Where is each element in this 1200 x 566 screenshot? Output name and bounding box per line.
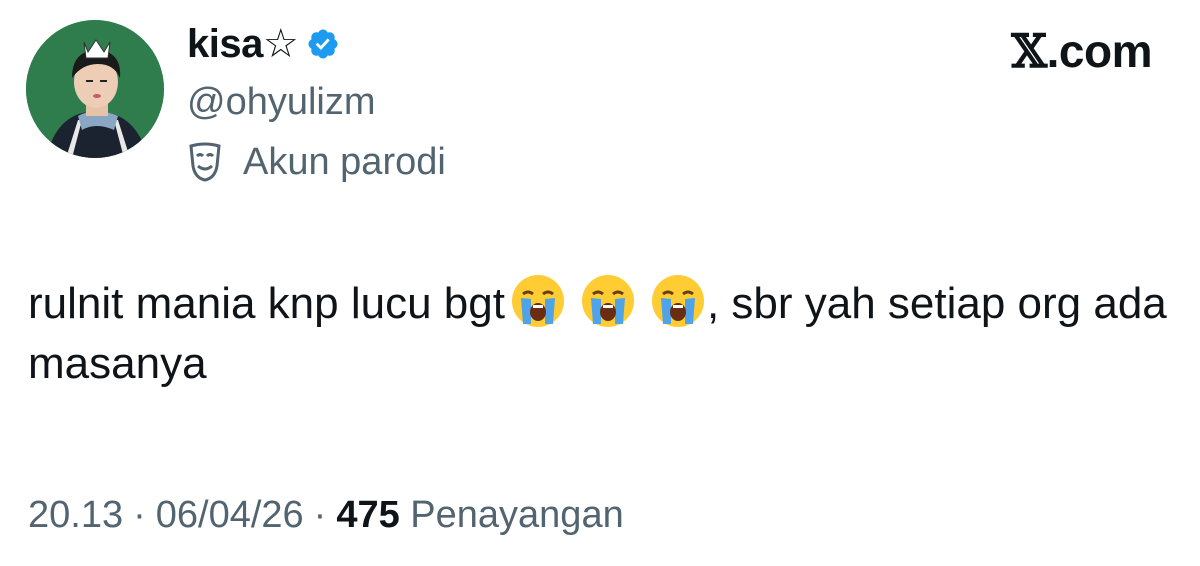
parody-label-text: Akun parodi [243,141,446,183]
meta-separator: · [313,494,327,536]
tweet-text: rulnit mania knp lucu bgt , sbr yah seti… [28,272,1168,394]
avatar[interactable] [26,20,164,158]
theater-masks-icon [189,142,221,182]
x-logo-icon: 𝕏 [1011,24,1047,78]
tweet-time[interactable]: 20.13 [28,494,123,536]
loudly-crying-face-icon [509,272,567,330]
meta-separator: · [133,494,146,536]
loudly-crying-face-icon [579,272,637,330]
loudly-crying-face-icon [649,272,707,330]
views-label: Penayangan [410,494,624,536]
views-count[interactable]: 475 [336,494,399,536]
tweet-card: kisa☆ @ohyulizm Akun parodi 𝕏 .com rulni… [0,0,1200,566]
parody-account-label: Akun parodi [187,140,446,184]
author-handle[interactable]: @ohyulizm [187,80,376,124]
tweet-meta: 20.13 · 06/04/26 · 475 Penayangan [28,492,624,538]
tweet-date[interactable]: 06/04/26 [156,494,304,536]
tweet-text-part-1: rulnit mania knp lucu bgt [28,279,505,328]
display-name[interactable]: kisa☆ [187,20,299,68]
author-name-row: kisa☆ [187,20,340,68]
verified-badge-icon [308,29,338,59]
brand-domain: .com [1046,25,1153,77]
x-brand-logo: 𝕏 .com [1011,24,1152,78]
